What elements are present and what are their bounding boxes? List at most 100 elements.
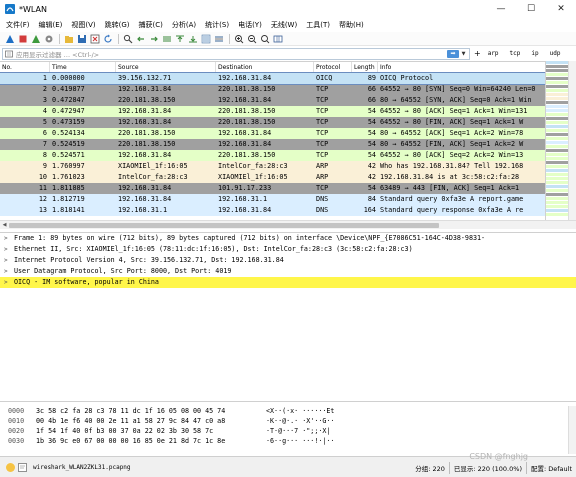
find-icon[interactable] <box>122 33 133 44</box>
forward-arrow-icon[interactable] <box>148 33 159 44</box>
colorize-icon[interactable] <box>213 33 224 44</box>
packet-row[interactable]: 9 1.760997 XIAOMIEl_1f:16:05 IntelCor_fa:28… <box>0 161 568 172</box>
shark-fin-start-icon[interactable] <box>4 33 15 44</box>
reload-icon[interactable] <box>102 33 113 44</box>
expand-chevron-icon[interactable]: > <box>4 233 14 244</box>
scroll-thumb[interactable] <box>9 222 439 228</box>
last-packet-icon[interactable] <box>187 33 198 44</box>
menu-help[interactable]: 帮助(H) <box>339 20 364 30</box>
detail-tree-item[interactable]: > Frame 1: 89 bytes on wire (712 bits), 8… <box>0 233 576 244</box>
menu-wireless[interactable]: 无线(W) <box>271 20 297 30</box>
packet-list-horizontal-scrollbar[interactable]: ◀ <box>0 220 576 229</box>
expand-chevron-icon[interactable]: > <box>4 266 14 277</box>
quick-filter-ip[interactable]: ip <box>531 50 538 57</box>
packet-row[interactable]: 2 0.419877 192.168.31.84 220.181.38.150 TCP 6… <box>0 84 568 95</box>
minimap-stripe <box>546 157 568 160</box>
packet-no-cell: 11 <box>38 184 47 192</box>
minimap-stripe <box>546 145 568 148</box>
packet-row[interactable]: 4 0.472947 192.168.31.84 220.181.38.150 TCP 5… <box>0 106 568 117</box>
detail-tree-item[interactable]: > OICQ - IM software, popular in China <box>0 277 576 288</box>
packet-row[interactable]: 1 0.000000 39.156.132.71 192.168.31.84 OICQ 8… <box>0 72 568 85</box>
restart-icon[interactable] <box>30 33 41 44</box>
column-header-length[interactable]: Length <box>352 62 378 72</box>
hex-dump-row[interactable]: 0010 00 4b 1e f6 40 00 2e 11 a1 58 27 9c … <box>0 416 568 426</box>
expand-chevron-icon[interactable]: > <box>4 244 14 255</box>
menu-file[interactable]: 文件(F) <box>6 20 30 30</box>
expand-chevron-icon[interactable]: > <box>4 255 14 266</box>
menu-capture[interactable]: 捕获(C) <box>139 20 163 30</box>
go-to-packet-icon[interactable] <box>161 33 172 44</box>
scroll-left-icon[interactable]: ◀ <box>0 222 9 228</box>
zoom-in-icon[interactable] <box>233 33 244 44</box>
profile-label[interactable]: 配置: Default <box>531 463 572 473</box>
detail-tree-item[interactable]: > User Datagram Protocol, Src Port: 8000,… <box>0 266 576 277</box>
packet-row[interactable]: 7 0.524519 220.181.38.150 192.168.31.84 TCP 5… <box>0 139 568 150</box>
save-file-icon[interactable] <box>76 33 87 44</box>
apply-filter-button[interactable]: ➡ <box>447 49 459 58</box>
column-header-no[interactable]: No. <box>0 62 50 72</box>
quick-filter-tcp[interactable]: tcp <box>510 50 521 57</box>
zoom-out-icon[interactable] <box>246 33 257 44</box>
packet-row[interactable]: 12 1.812719 192.168.31.84 192.168.31.1 DNS 84… <box>0 194 568 205</box>
menu-statistics[interactable]: 统计(S) <box>205 20 229 30</box>
packet-no-cell: 1 <box>42 74 47 82</box>
options-gear-icon[interactable] <box>43 33 54 44</box>
window-title: *WLAN <box>19 4 48 14</box>
column-header-destination[interactable]: Destination <box>216 62 314 72</box>
packet-row[interactable]: 5 0.473159 192.168.31.84 220.181.38.150 TCP 5… <box>0 117 568 128</box>
packet-source-cell: XIAOMIEl_1f:16:05 <box>118 162 188 170</box>
packet-row[interactable]: 8 0.524571 192.168.31.84 220.181.38.150 TCP 5… <box>0 150 568 161</box>
packet-list-scrollbar[interactable] <box>568 61 576 220</box>
close-file-icon[interactable] <box>89 33 100 44</box>
filter-history-dropdown-icon[interactable]: ▼ <box>460 50 467 58</box>
detail-tree-item[interactable]: > Ethernet II, Src: XIAOMIEl_1f:16:05 (78… <box>0 244 576 255</box>
minimize-button[interactable]: — <box>486 0 516 18</box>
bookmark-icon[interactable] <box>5 50 13 58</box>
expert-info-status-icon[interactable] <box>6 462 15 472</box>
column-header-protocol[interactable]: Protocol <box>314 62 352 72</box>
menu-telephony[interactable]: 电话(Y) <box>238 20 262 30</box>
menu-view[interactable]: 视图(V) <box>71 20 95 30</box>
menu-analyze[interactable]: 分析(A) <box>172 20 196 30</box>
display-filter-input[interactable]: 应用显示过滤器 … <Ctrl-/> ➡ ▼ <box>2 47 470 60</box>
packet-row[interactable]: 13 1.818141 192.168.31.1 192.168.31.84 DNS 16… <box>0 205 568 216</box>
hex-dump-row[interactable]: 0020 1f 54 1f 40 0f b3 00 37 0a 22 02 3b … <box>0 426 568 436</box>
auto-scroll-icon[interactable] <box>200 33 211 44</box>
title-bar: *WLAN — ☐ ✕ <box>0 0 576 18</box>
hex-dump-row[interactable]: 0030 1b 36 9c e0 67 00 00 00 16 85 0e 21 … <box>0 436 568 446</box>
hex-dump-row[interactable]: 0000 3c 58 c2 fa 28 c3 78 11 dc 1f 16 05 … <box>0 406 568 416</box>
first-packet-icon[interactable] <box>174 33 185 44</box>
packet-row[interactable]: 3 0.472847 220.181.38.150 192.168.31.84 TCP 6… <box>0 95 568 106</box>
close-button[interactable]: ✕ <box>546 0 576 18</box>
packet-time-cell: 0.524134 <box>52 129 85 137</box>
quick-filter-udp[interactable]: udp <box>550 50 561 57</box>
menu-edit[interactable]: 编辑(E) <box>39 20 63 30</box>
packet-minimap[interactable] <box>545 61 568 220</box>
packet-list: No. Time Source Destination Protocol Len… <box>0 61 568 220</box>
quick-filter-arp[interactable]: arp <box>488 50 499 57</box>
status-separator <box>448 461 450 474</box>
packet-source-cell: 192.168.31.84 <box>118 107 172 115</box>
expand-chevron-icon[interactable]: > <box>4 277 14 288</box>
back-arrow-icon[interactable] <box>135 33 146 44</box>
column-header-time[interactable]: Time <box>50 62 116 72</box>
stop-icon[interactable] <box>17 33 28 44</box>
open-file-icon[interactable] <box>63 33 74 44</box>
bytes-scrollbar[interactable] <box>568 406 576 454</box>
packet-destination-cell: 220.181.38.150 <box>218 118 276 126</box>
capture-comment-icon[interactable] <box>18 462 27 472</box>
packet-row[interactable]: 11 1.811885 192.168.31.84 101.91.17.233 TCP 5… <box>0 183 568 194</box>
column-header-info[interactable]: Info <box>378 62 568 72</box>
maximize-button[interactable]: ☐ <box>516 0 546 18</box>
packet-row[interactable]: 10 1.761023 IntelCor_fa:28:c3 XIAOMIEl_1f:1… <box>0 172 568 183</box>
packet-time-cell: 1.818141 <box>52 206 85 214</box>
zoom-reset-icon[interactable] <box>259 33 270 44</box>
packet-row[interactable]: 6 0.524134 220.181.38.150 192.168.31.84 TCP 5… <box>0 128 568 139</box>
add-filter-button-icon[interactable]: + <box>474 49 481 58</box>
menu-tools[interactable]: 工具(T) <box>306 20 330 30</box>
detail-tree-item[interactable]: > Internet Protocol Version 4, Src: 39.15… <box>0 255 576 266</box>
column-header-source[interactable]: Source <box>116 62 216 72</box>
resize-columns-icon[interactable] <box>272 33 283 44</box>
packet-no-cell: 2 <box>42 85 47 93</box>
menu-go[interactable]: 跳转(G) <box>105 20 130 30</box>
